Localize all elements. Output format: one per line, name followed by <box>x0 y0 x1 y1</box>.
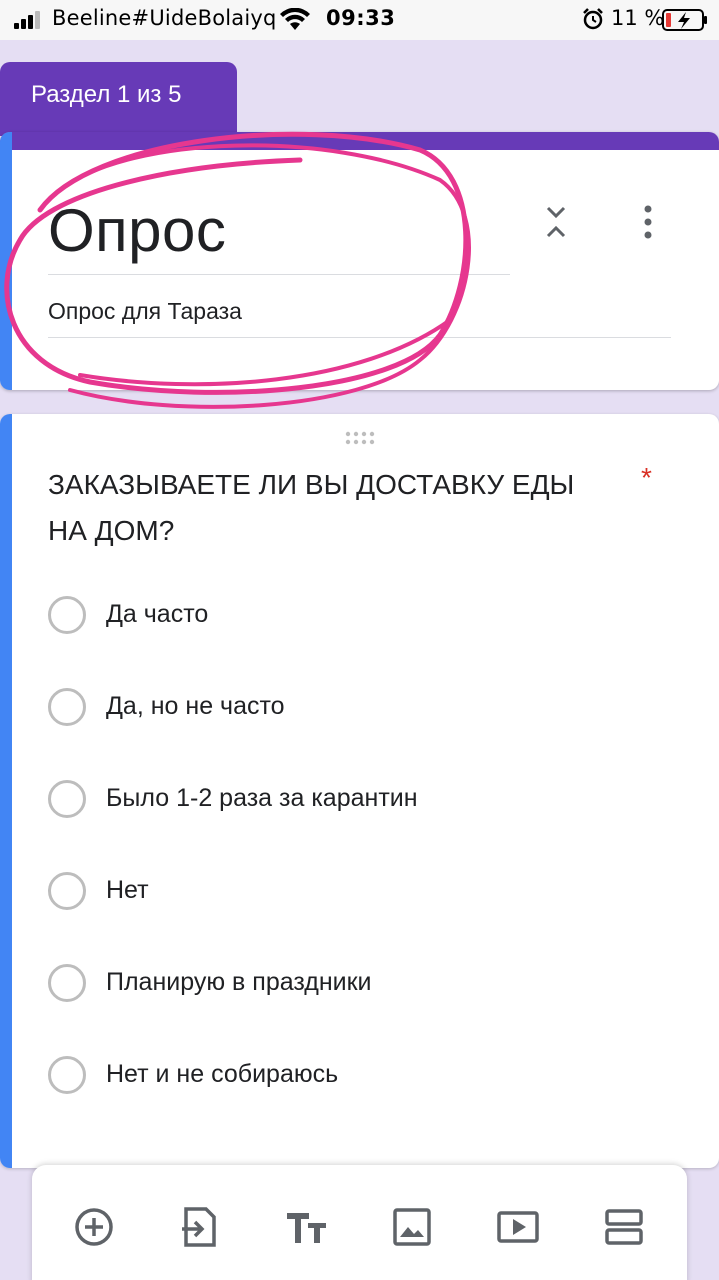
option-label: Да, но не часто <box>106 692 285 720</box>
focus-indicator <box>0 132 12 390</box>
option-label: Нет <box>106 876 149 904</box>
more-options-icon[interactable] <box>634 202 662 242</box>
radio-button[interactable] <box>48 596 86 634</box>
option-label: Да часто <box>106 600 209 628</box>
radio-button[interactable] <box>48 780 86 818</box>
description-underline <box>48 337 671 338</box>
carrier-name: Beeline#UideBolaiyq <box>52 6 277 30</box>
question-title[interactable]: ЗАКАЗЫВАЕТЕ ЛИ ВЫ ДОСТАВКУ ЕДЫ НА ДОМ? <box>48 462 618 554</box>
alarm-icon <box>583 8 603 30</box>
option-item[interactable]: Да часто <box>48 596 668 636</box>
form-header-card: Опрос Опрос для Тараза <box>0 132 719 390</box>
add-question-button[interactable] <box>72 1205 116 1249</box>
add-image-icon <box>393 1208 431 1246</box>
radio-button[interactable] <box>48 872 86 910</box>
battery-percent: 11 % <box>611 6 665 30</box>
form-description[interactable]: Опрос для Тараза <box>48 298 242 325</box>
radio-button[interactable] <box>48 1056 86 1094</box>
option-item[interactable]: Нет <box>48 872 668 912</box>
add-image-button[interactable] <box>390 1205 434 1249</box>
status-bar: Beeline#UideBolaiyq 09:33 11 % <box>0 0 719 40</box>
add-video-icon <box>497 1211 539 1243</box>
add-title-button[interactable] <box>284 1205 328 1249</box>
drag-handle-icon[interactable] <box>344 430 376 446</box>
option-item[interactable]: Было 1-2 раза за карантин <box>48 780 668 820</box>
header-accent-bar <box>0 132 719 150</box>
clock: 09:33 <box>326 6 396 30</box>
add-title-icon <box>287 1213 326 1243</box>
radio-button[interactable] <box>48 964 86 1002</box>
option-label: Нет и не собираюсь <box>106 1060 339 1088</box>
option-item[interactable]: Да, но не часто <box>48 688 668 728</box>
radio-button[interactable] <box>48 688 86 726</box>
import-questions-button[interactable] <box>178 1205 222 1249</box>
option-item[interactable]: Планирую в праздники <box>48 964 668 1004</box>
focus-indicator <box>0 414 12 1168</box>
add-video-button[interactable] <box>496 1205 540 1249</box>
signal-strength-icon <box>14 11 40 29</box>
title-underline <box>48 274 510 275</box>
option-label: Было 1-2 раза за карантин <box>106 784 418 812</box>
battery-charging-icon <box>662 9 707 31</box>
section-tab-label: Раздел 1 из 5 <box>31 81 182 108</box>
form-title[interactable]: Опрос <box>48 196 226 265</box>
add-section-button[interactable] <box>602 1205 646 1249</box>
option-item[interactable]: Нет и не собираюсь <box>48 1056 668 1096</box>
import-questions-icon <box>182 1207 216 1247</box>
section-tab: Раздел 1 из 5 <box>0 62 237 136</box>
add-question-icon <box>75 1208 113 1246</box>
collapse-section-icon[interactable] <box>540 202 572 242</box>
wifi-icon <box>280 8 310 30</box>
option-label: Планирую в праздники <box>106 968 372 996</box>
required-asterisk: * <box>641 462 652 493</box>
bottom-toolbar <box>32 1165 687 1280</box>
add-section-icon <box>605 1209 643 1245</box>
